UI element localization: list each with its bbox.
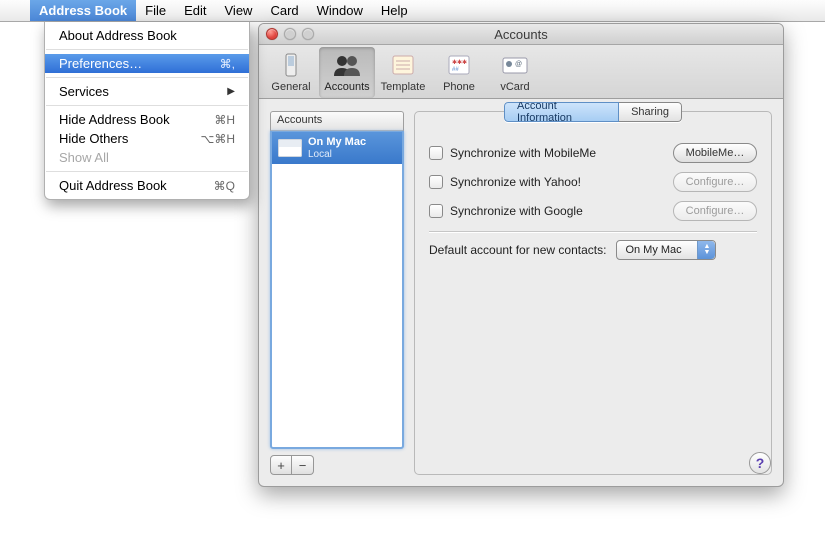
menu-quit-shortcut: ⌘Q xyxy=(214,179,235,193)
tab-sharing[interactable]: Sharing xyxy=(619,102,682,122)
menu-separator xyxy=(46,77,248,78)
zoom-button[interactable] xyxy=(302,28,314,40)
phone-icon: ✱✱✱## xyxy=(443,50,475,80)
sync-yahoo-row: Synchronize with Yahoo! Configure… xyxy=(429,172,757,192)
menu-card[interactable]: Card xyxy=(261,0,307,21)
default-account-value: On My Mac xyxy=(625,244,681,256)
help-button[interactable]: ? xyxy=(749,452,771,474)
titlebar[interactable]: Accounts xyxy=(259,24,783,45)
menu-app[interactable]: Address Book xyxy=(30,0,136,21)
toolbar-vcard[interactable]: @ vCard xyxy=(487,47,543,98)
sync-yahoo-checkbox[interactable] xyxy=(429,175,443,189)
popup-arrows-icon: ▲▼ xyxy=(697,241,715,259)
menu-hide-others-label: Hide Others xyxy=(59,131,128,146)
toolbar-phone-label: Phone xyxy=(443,81,475,93)
menu-quit-label: Quit Address Book xyxy=(59,178,167,193)
account-item-text: On My Mac Local xyxy=(308,136,366,160)
menu-separator xyxy=(46,105,248,106)
svg-text:@: @ xyxy=(515,61,522,68)
default-account-popup[interactable]: On My Mac ▲▼ xyxy=(616,240,716,260)
traffic-lights xyxy=(266,28,314,40)
menu-preferences-label: Preferences… xyxy=(59,56,142,71)
menu-quit[interactable]: Quit Address Book ⌘Q xyxy=(45,176,249,195)
google-configure-button[interactable]: Configure… xyxy=(673,201,757,221)
menu-hide-others-shortcut: ⌥⌘H xyxy=(201,132,236,146)
sync-google-label: Synchronize with Google xyxy=(450,204,583,218)
toolbar-phone[interactable]: ✱✱✱## Phone xyxy=(431,47,487,98)
yahoo-configure-button[interactable]: Configure… xyxy=(673,172,757,192)
mobileme-button[interactable]: MobileMe… xyxy=(673,143,757,163)
toolbar-general-label: General xyxy=(271,81,310,93)
detail-tabs: Account Information Sharing xyxy=(504,102,682,122)
mac-icon xyxy=(278,139,302,157)
tab-account-info[interactable]: Account Information xyxy=(504,102,619,122)
app-menu-dropdown: About Address Book Preferences… ⌘, Servi… xyxy=(44,22,250,200)
accounts-icon xyxy=(331,50,363,80)
menu-window[interactable]: Window xyxy=(308,0,372,21)
default-account-row: Default account for new contacts: On My … xyxy=(429,240,757,260)
account-item[interactable]: On My Mac Local xyxy=(272,132,402,164)
menu-about-label: About Address Book xyxy=(59,28,177,43)
submenu-arrow-icon: ▶ xyxy=(227,86,235,97)
menu-help[interactable]: Help xyxy=(372,0,417,21)
sync-yahoo-label: Synchronize with Yahoo! xyxy=(450,175,581,189)
window-title: Accounts xyxy=(494,27,547,42)
account-subtitle: Local xyxy=(308,149,366,161)
sync-mobileme-row: Synchronize with MobileMe MobileMe… xyxy=(429,143,757,163)
minimize-button[interactable] xyxy=(284,28,296,40)
menu-about[interactable]: About Address Book xyxy=(45,26,249,45)
toolbar-general[interactable]: General xyxy=(263,47,319,98)
prefs-toolbar: General Accounts Template ✱✱✱## Phone @ … xyxy=(259,45,783,99)
default-account-label: Default account for new contacts: xyxy=(429,243,606,257)
toolbar-template-label: Template xyxy=(381,81,426,93)
vcard-icon: @ xyxy=(499,50,531,80)
accounts-panel: Accounts On My Mac Local + − xyxy=(270,111,404,475)
toolbar-accounts[interactable]: Accounts xyxy=(319,47,375,98)
menu-preferences-shortcut: ⌘, xyxy=(220,57,235,71)
menu-hide-app-label: Hide Address Book xyxy=(59,112,170,127)
add-account-button[interactable]: + xyxy=(270,455,292,475)
toolbar-template[interactable]: Template xyxy=(375,47,431,98)
sync-google-row: Synchronize with Google Configure… xyxy=(429,201,757,221)
menu-hide-others[interactable]: Hide Others ⌥⌘H xyxy=(45,129,249,148)
add-remove-group: + − xyxy=(270,455,404,475)
svg-text:✱✱✱: ✱✱✱ xyxy=(452,59,467,66)
accounts-header: Accounts xyxy=(270,111,404,131)
toolbar-accounts-label: Accounts xyxy=(324,81,369,93)
accounts-window: Accounts General Accounts Template ✱✱✱##… xyxy=(258,23,784,487)
account-name: On My Mac xyxy=(308,136,366,149)
remove-account-button[interactable]: − xyxy=(292,455,314,475)
account-details: Account Information Sharing Synchronize … xyxy=(414,111,772,475)
template-icon xyxy=(387,50,419,80)
svg-text:##: ## xyxy=(452,67,459,73)
divider xyxy=(429,231,757,232)
accounts-list[interactable]: On My Mac Local xyxy=(270,131,404,449)
close-button[interactable] xyxy=(266,28,278,40)
general-icon xyxy=(275,50,307,80)
apple-menu[interactable] xyxy=(0,0,30,21)
menu-separator xyxy=(46,171,248,172)
sync-google-checkbox[interactable] xyxy=(429,204,443,218)
menu-show-all: Show All xyxy=(45,148,249,167)
menu-view[interactable]: View xyxy=(216,0,262,21)
menu-show-all-label: Show All xyxy=(59,150,109,165)
menubar: Address Book File Edit View Card Window … xyxy=(0,0,825,22)
menu-services[interactable]: Services ▶ xyxy=(45,82,249,101)
window-body: Accounts On My Mac Local + − Account Inf… xyxy=(259,100,783,486)
menu-preferences[interactable]: Preferences… ⌘, xyxy=(45,54,249,73)
sync-mobileme-label: Synchronize with MobileMe xyxy=(450,146,596,160)
menu-hide-app-shortcut: ⌘H xyxy=(214,113,235,127)
toolbar-vcard-label: vCard xyxy=(500,81,529,93)
menu-edit[interactable]: Edit xyxy=(175,0,215,21)
menu-services-label: Services xyxy=(59,84,109,99)
sync-mobileme-checkbox[interactable] xyxy=(429,146,443,160)
menu-hide-app[interactable]: Hide Address Book ⌘H xyxy=(45,110,249,129)
menu-separator xyxy=(46,49,248,50)
menu-file[interactable]: File xyxy=(136,0,175,21)
